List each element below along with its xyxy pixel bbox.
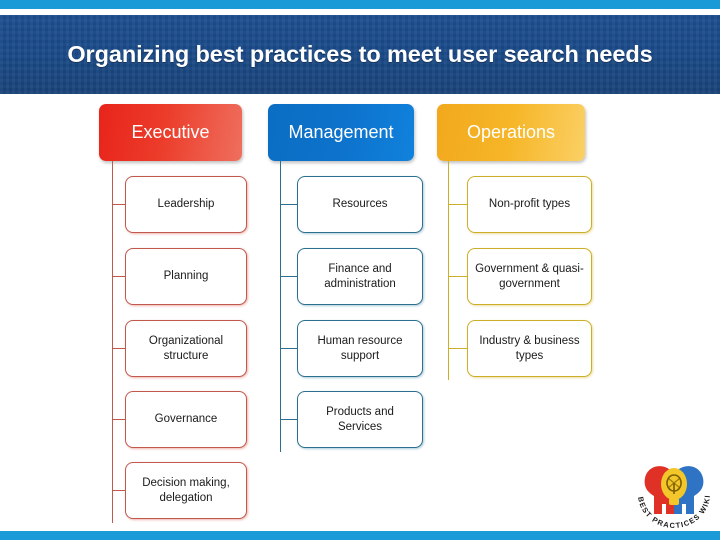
node-leadership[interactable]: Leadership	[125, 176, 247, 233]
connector-branch	[448, 204, 467, 205]
bottom-accent-strip	[0, 531, 720, 540]
node-products-and-services[interactable]: Products and Services	[297, 391, 423, 448]
slide-canvas: Organizing best practices to meet user s…	[0, 0, 720, 540]
node-human-resource-support[interactable]: Human resource support	[297, 320, 423, 377]
node-finance-and-administration[interactable]: Finance and administration	[297, 248, 423, 305]
connector-branch	[280, 348, 297, 349]
connector-branch	[112, 419, 125, 420]
node-decision-making-delegation[interactable]: Decision making, delegation	[125, 462, 247, 519]
page-title: Organizing best practices to meet user s…	[67, 41, 653, 67]
header-box-management[interactable]: Management	[268, 104, 414, 161]
connector-branch	[448, 348, 467, 349]
connector-branch	[112, 490, 125, 491]
node-organizational-structure[interactable]: Organizational structure	[125, 320, 247, 377]
connector-branch	[112, 276, 125, 277]
node-non-profit-types[interactable]: Non-profit types	[467, 176, 592, 233]
top-accent-strip	[0, 0, 720, 9]
header-box-executive[interactable]: Executive	[99, 104, 242, 161]
connector-trunk-executive	[112, 161, 113, 523]
best-practices-wiki-logo: BEST PRACTICES WIKI	[632, 452, 716, 530]
node-planning[interactable]: Planning	[125, 248, 247, 305]
connector-branch	[280, 276, 297, 277]
node-governance[interactable]: Governance	[125, 391, 247, 448]
column-operations: Operations Non-profit types Government &…	[437, 94, 597, 531]
connector-branch	[112, 204, 125, 205]
node-resources[interactable]: Resources	[297, 176, 423, 233]
node-government-quasi-government[interactable]: Government & quasi-government	[467, 248, 592, 305]
connector-branch	[448, 276, 467, 277]
connector-branch	[280, 419, 297, 420]
column-management: Management Resources Finance and adminis…	[268, 94, 428, 531]
node-industry-business-types[interactable]: Industry & business types	[467, 320, 592, 377]
header-box-operations[interactable]: Operations	[437, 104, 585, 161]
column-executive: Executive Leadership Planning Organizati…	[99, 94, 259, 531]
connector-branch	[280, 204, 297, 205]
hierarchy-diagram: Executive Leadership Planning Organizati…	[0, 94, 720, 531]
connector-branch	[112, 348, 125, 349]
